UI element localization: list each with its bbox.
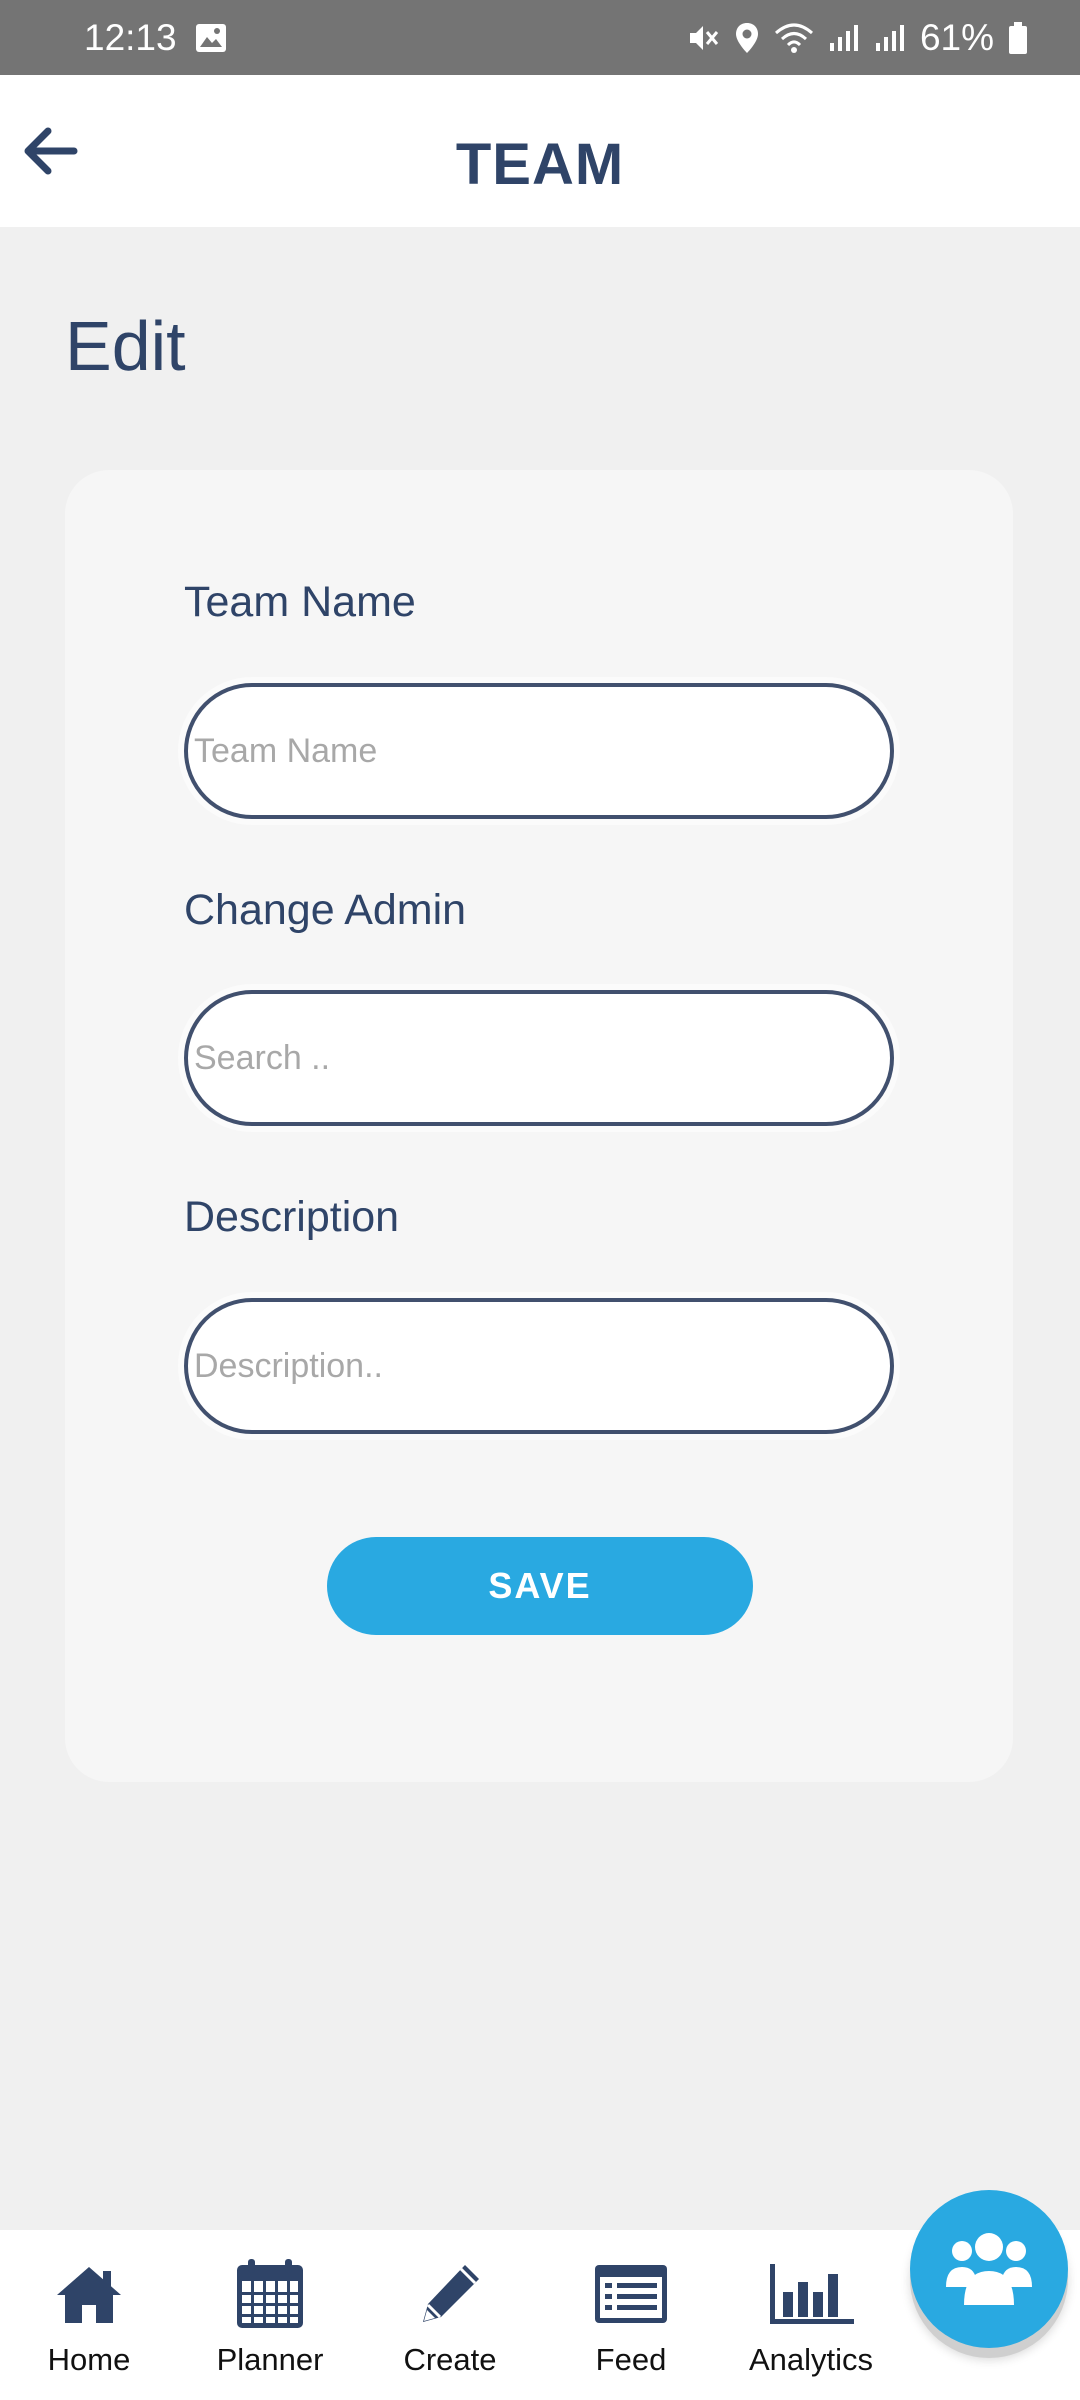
admin-search-input[interactable]: [188, 994, 890, 1122]
location-icon: [734, 21, 760, 55]
save-button[interactable]: SAVE: [327, 1537, 753, 1635]
team-name-label: Team Name: [184, 578, 416, 626]
section-heading: Edit: [65, 307, 186, 385]
nav-label-planner: Planner: [216, 2342, 324, 2377]
team-icon: [944, 2227, 1034, 2312]
nav-item-analytics[interactable]: Analytics: [726, 2254, 896, 2394]
nav-item-planner[interactable]: Planner: [185, 2254, 355, 2394]
status-bar: 12:13 61%: [0, 0, 1080, 75]
nav-label-home: Home: [47, 2342, 131, 2377]
app-bar: TEAM: [0, 75, 1080, 227]
team-name-field: [184, 683, 894, 819]
status-time: 12:13: [84, 16, 177, 58]
nav-item-home[interactable]: Home: [4, 2254, 174, 2394]
nav-label-analytics: Analytics: [748, 2342, 874, 2377]
signal-icon: [828, 23, 860, 53]
status-right: 61%: [686, 17, 1028, 59]
feed-icon: [593, 2254, 669, 2334]
nav-label-feed: Feed: [595, 2342, 667, 2377]
edit-team-card: Team Name Change Admin Description SAVE: [65, 470, 1013, 1782]
description-input[interactable]: [188, 1302, 890, 1430]
status-left: 12:13: [84, 17, 227, 59]
nav-label-create: Create: [403, 2342, 497, 2377]
change-admin-label: Change Admin: [184, 886, 467, 934]
pencil-icon: [415, 2254, 485, 2334]
team-fab-button[interactable]: [910, 2190, 1068, 2348]
page-title: TEAM: [455, 132, 625, 197]
signal-icon: [874, 23, 906, 53]
calendar-icon: [234, 2254, 306, 2334]
change-admin-field: [184, 990, 894, 1126]
mute-icon: [686, 21, 720, 55]
home-icon: [54, 2254, 124, 2334]
bar-chart-icon: [768, 2254, 854, 2334]
description-label: Description: [184, 1193, 400, 1241]
image-icon: [195, 23, 227, 53]
nav-item-feed[interactable]: Feed: [546, 2254, 716, 2394]
battery-icon: [1008, 21, 1028, 55]
battery-text: 61%: [919, 16, 994, 58]
wifi-icon: [774, 21, 814, 55]
description-field: [184, 1298, 894, 1434]
team-name-input[interactable]: [188, 687, 890, 815]
nav-item-create[interactable]: Create: [365, 2254, 535, 2394]
